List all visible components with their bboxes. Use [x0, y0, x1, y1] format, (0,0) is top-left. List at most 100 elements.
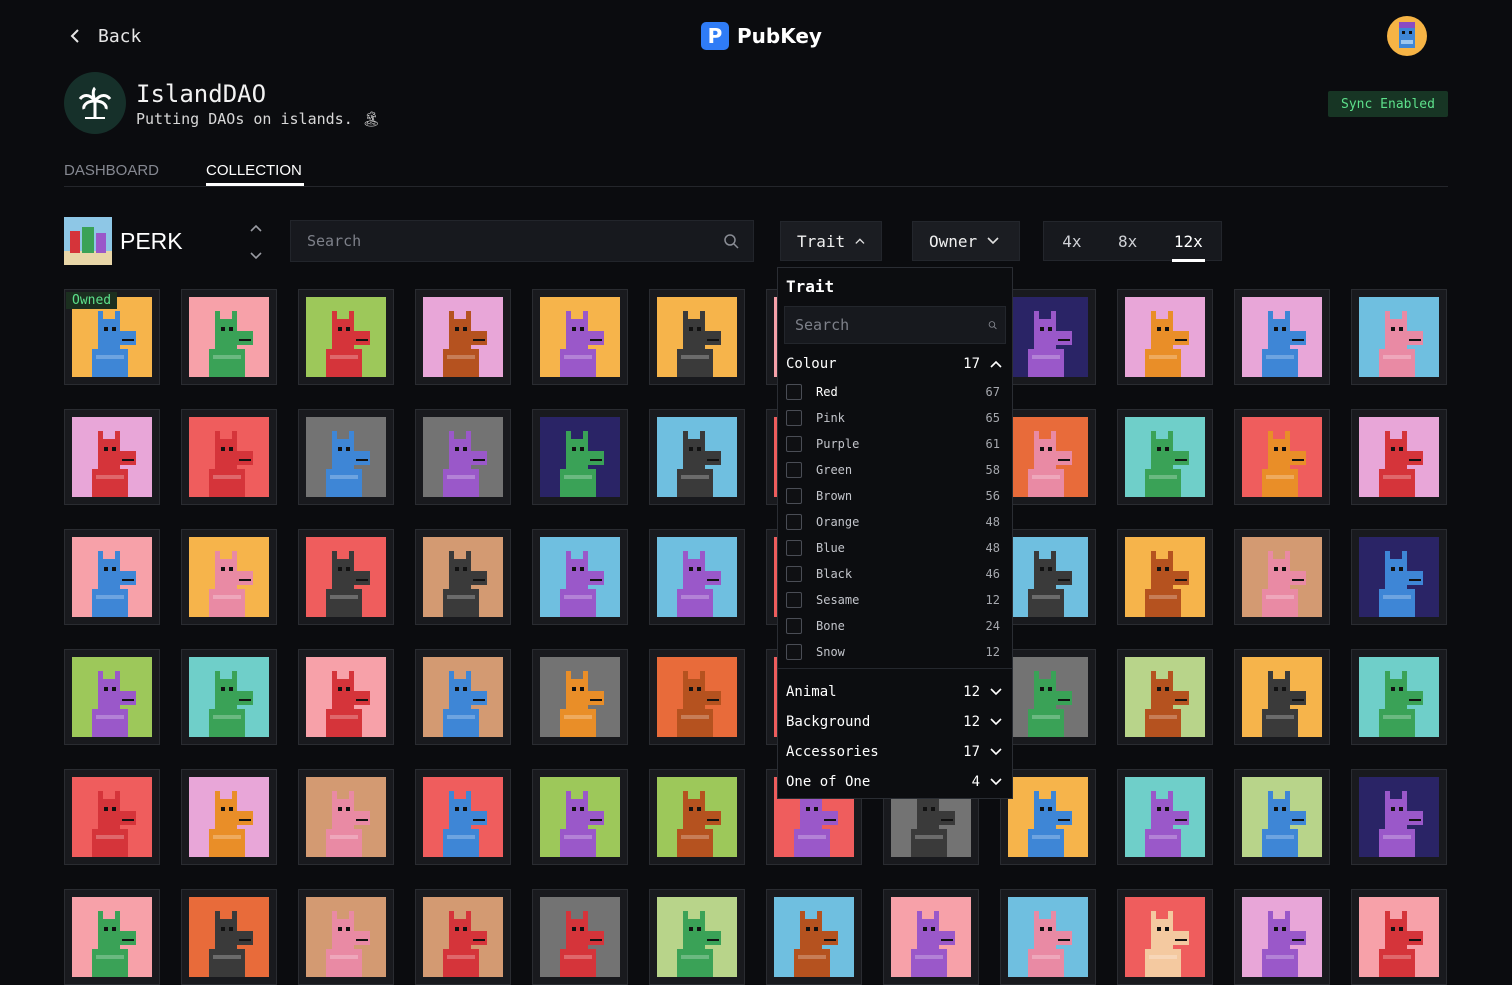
trait-group-animal[interactable]: Animal 12 [786, 681, 1002, 703]
nft-card[interactable]: Owned [64, 289, 160, 385]
trait-option-checkbox[interactable] [786, 644, 802, 660]
nft-card[interactable] [64, 769, 160, 865]
nft-card[interactable] [1000, 769, 1096, 865]
nft-card[interactable] [1234, 769, 1330, 865]
search-icon[interactable] [723, 233, 739, 249]
nft-card[interactable] [415, 649, 511, 745]
nft-card[interactable] [64, 409, 160, 505]
nft-card[interactable] [181, 529, 277, 625]
trait-filter-button[interactable]: Trait [780, 221, 882, 261]
nft-card[interactable] [1234, 529, 1330, 625]
nft-card[interactable] [64, 889, 160, 985]
nft-card[interactable] [64, 529, 160, 625]
tab-collection[interactable]: COLLECTION [206, 162, 302, 179]
nft-card[interactable] [532, 889, 628, 985]
user-avatar[interactable] [1387, 16, 1427, 56]
trait-option[interactable]: Sesame 12 [786, 590, 1000, 610]
trait-option[interactable]: Brown 56 [786, 486, 1000, 506]
brand[interactable]: P PubKey [701, 22, 822, 50]
trait-option-checkbox[interactable] [786, 592, 802, 608]
size-8x-option[interactable]: 8x [1118, 228, 1137, 255]
trait-group-one-of-one[interactable]: One of One 4 [786, 771, 1002, 793]
nft-card[interactable] [415, 889, 511, 985]
tab-dashboard[interactable]: DASHBOARD [64, 162, 159, 179]
nft-card[interactable] [64, 649, 160, 745]
nft-card[interactable] [1234, 889, 1330, 985]
nft-card[interactable] [1117, 289, 1213, 385]
nft-card[interactable] [883, 889, 979, 985]
nft-card[interactable] [181, 649, 277, 745]
nft-card[interactable] [181, 289, 277, 385]
trait-group-background[interactable]: Background 12 [786, 711, 1002, 733]
nft-card[interactable] [298, 889, 394, 985]
size-4x-option[interactable]: 4x [1062, 228, 1081, 255]
search-input[interactable] [305, 231, 723, 251]
trait-option-checkbox[interactable] [786, 514, 802, 530]
trait-option-checkbox[interactable] [786, 384, 802, 400]
nft-card[interactable] [766, 889, 862, 985]
nft-card[interactable] [1117, 889, 1213, 985]
trait-option-checkbox[interactable] [786, 540, 802, 556]
trait-option-checkbox[interactable] [786, 462, 802, 478]
trait-option-checkbox[interactable] [786, 488, 802, 504]
trait-option[interactable]: Bone 24 [786, 616, 1000, 636]
nft-card[interactable] [1234, 289, 1330, 385]
nft-card[interactable] [1000, 649, 1096, 745]
nft-card[interactable] [298, 289, 394, 385]
nft-card[interactable] [1000, 289, 1096, 385]
trait-option[interactable]: Orange 48 [786, 512, 1000, 532]
nft-card[interactable] [1234, 409, 1330, 505]
nft-card[interactable] [1117, 529, 1213, 625]
trait-group-accessories[interactable]: Accessories 17 [786, 741, 1002, 763]
nft-card[interactable] [415, 769, 511, 865]
nft-card[interactable] [1117, 649, 1213, 745]
trait-option-checkbox[interactable] [786, 566, 802, 582]
nft-card[interactable] [649, 769, 745, 865]
collection-switcher[interactable] [248, 224, 264, 260]
nft-card[interactable] [1351, 289, 1447, 385]
trait-search-input[interactable] [793, 315, 988, 335]
nft-card[interactable] [532, 409, 628, 505]
nft-card[interactable] [532, 649, 628, 745]
nft-card[interactable] [1351, 649, 1447, 745]
trait-option[interactable]: Blue 48 [786, 538, 1000, 558]
nft-card[interactable] [649, 889, 745, 985]
back-button[interactable]: Back [66, 22, 141, 50]
nft-card[interactable] [1117, 769, 1213, 865]
nft-card[interactable] [181, 889, 277, 985]
nft-card[interactable] [415, 529, 511, 625]
nft-card[interactable] [1351, 769, 1447, 865]
trait-option[interactable]: Pink 65 [786, 408, 1000, 428]
nft-card[interactable] [649, 289, 745, 385]
nft-card[interactable] [298, 769, 394, 865]
trait-option[interactable]: Red 67 [786, 382, 1000, 402]
nft-card[interactable] [1351, 409, 1447, 505]
nft-card[interactable] [298, 529, 394, 625]
nft-card[interactable] [1000, 889, 1096, 985]
trait-option-checkbox[interactable] [786, 410, 802, 426]
nft-card[interactable] [1117, 409, 1213, 505]
trait-option[interactable]: Purple 61 [786, 434, 1000, 454]
trait-option[interactable]: Snow 12 [786, 642, 1000, 662]
nft-card[interactable] [298, 649, 394, 745]
trait-option-checkbox[interactable] [786, 436, 802, 452]
size-12x-option[interactable]: 12x [1171, 228, 1205, 262]
nft-card[interactable] [298, 409, 394, 505]
trait-option[interactable]: Green 58 [786, 460, 1000, 480]
nft-card[interactable] [532, 769, 628, 865]
trait-option[interactable]: Black 46 [786, 564, 1000, 584]
nft-card[interactable] [1351, 529, 1447, 625]
nft-card[interactable] [415, 289, 511, 385]
trait-option-checkbox[interactable] [786, 618, 802, 634]
nft-card[interactable] [649, 529, 745, 625]
nft-card[interactable] [1234, 649, 1330, 745]
nft-card[interactable] [532, 529, 628, 625]
nft-card[interactable] [649, 409, 745, 505]
nft-card[interactable] [181, 769, 277, 865]
nft-card[interactable] [415, 409, 511, 505]
trait-group-colour[interactable]: Colour 17 [786, 353, 1002, 375]
nft-card[interactable] [1000, 409, 1096, 505]
nft-card[interactable] [649, 649, 745, 745]
nft-card[interactable] [1000, 529, 1096, 625]
nft-card[interactable] [532, 289, 628, 385]
